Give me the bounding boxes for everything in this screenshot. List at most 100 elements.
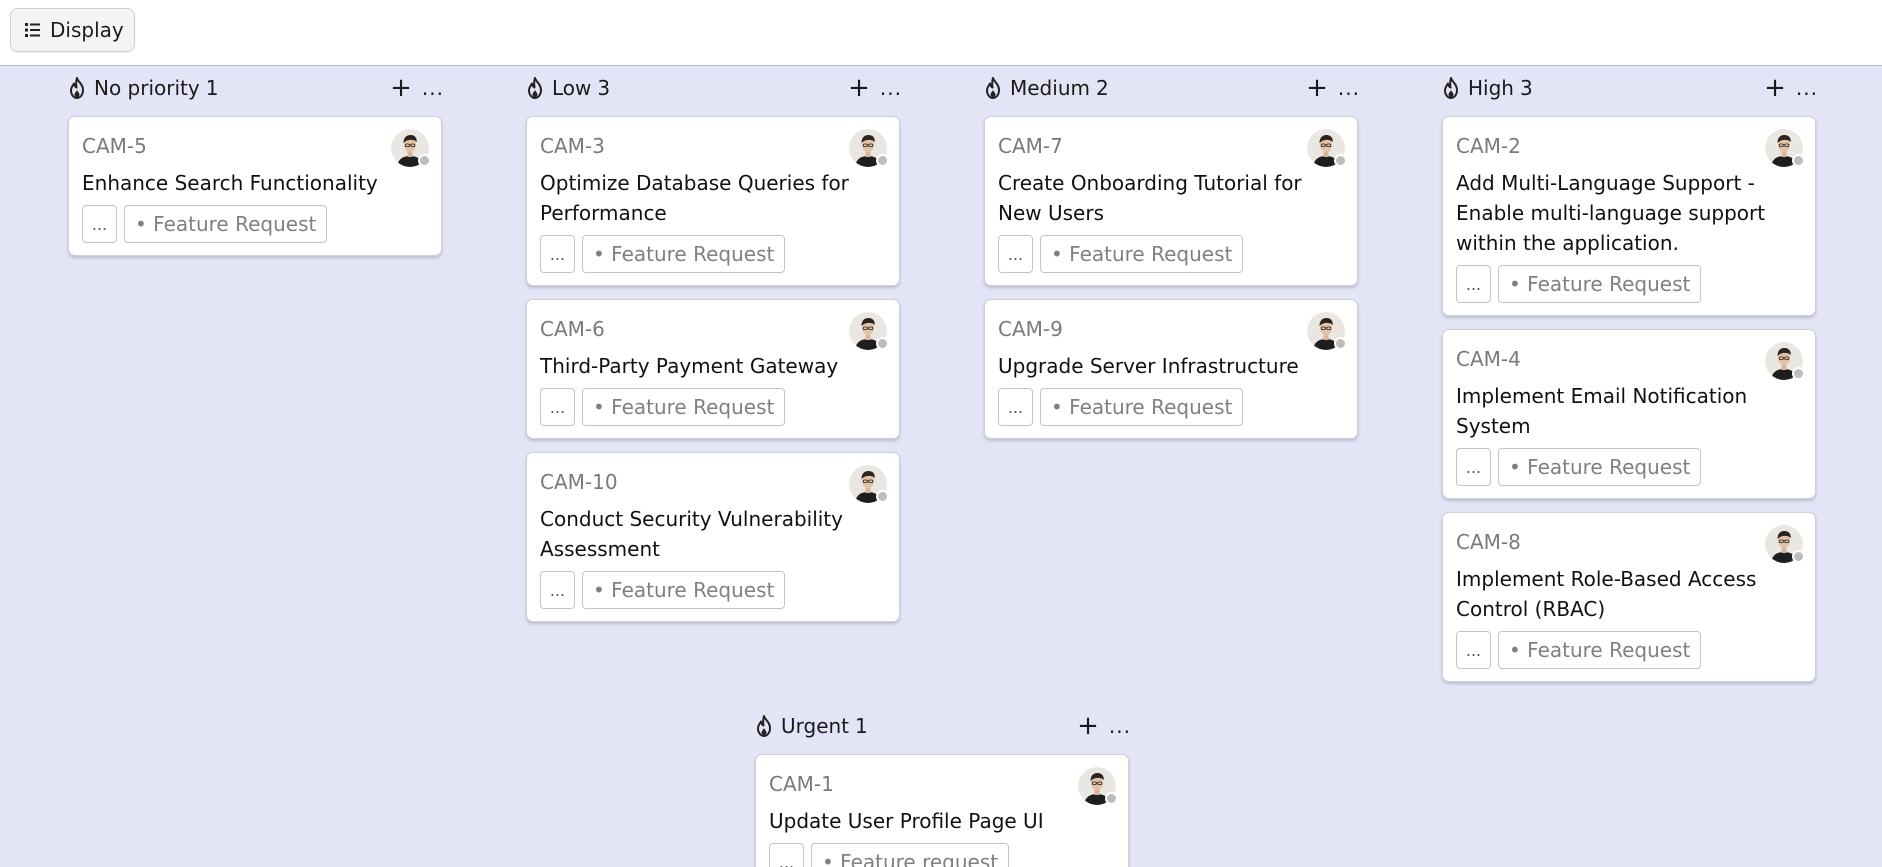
issue-card[interactable]: CAM-5 Enhance Search Functionality ... •… [68,116,442,256]
list-icon [25,22,40,38]
tag-more-button[interactable]: ... [998,235,1033,273]
add-card-button[interactable]: + [1077,713,1099,739]
column-more-button[interactable]: ... [1338,76,1360,100]
column-no-priority: No priority 1 + ... CAM-5 Enhance Search… [68,71,444,269]
issue-id: CAM-5 [82,134,147,158]
tag-more-button[interactable]: ... [540,571,575,609]
status-dot [418,154,431,167]
column-more-button[interactable]: ... [1109,714,1131,738]
issue-card[interactable]: CAM-3 Optimize Database Queries for Perf… [526,116,900,286]
status-dot [876,154,889,167]
issue-id: CAM-3 [540,134,605,158]
label-tag[interactable]: • Feature Request [582,388,786,426]
column-medium: Medium 2 + ... CAM-7 Create Onboarding T… [984,71,1360,452]
top-toolbar: Display [0,0,1882,66]
fire-icon [68,77,88,99]
issue-card[interactable]: CAM-1 Update User Profile Page UI ... • … [755,754,1129,867]
avatar[interactable] [1765,342,1805,380]
fire-icon [1442,77,1462,99]
tag-more-button[interactable]: ... [540,235,575,273]
label-tag[interactable]: • Feature Request [1040,388,1244,426]
label-tag[interactable]: • Feature Request [582,235,786,273]
fire-icon [984,77,1004,99]
issue-card[interactable]: CAM-10 Conduct Security Vulnerability As… [526,452,900,622]
avatar[interactable] [1765,525,1805,563]
issue-title: Implement Email Notification System [1456,384,1748,438]
column-count: 2 [1095,76,1109,100]
display-button-label: Display [50,18,124,42]
column-count: 3 [1519,76,1533,100]
avatar[interactable] [849,129,889,167]
issue-title: Upgrade Server Infrastructure [998,354,1299,378]
issue-card[interactable]: CAM-8 Implement Role-Based Access Contro… [1442,512,1816,682]
avatar[interactable] [1765,129,1805,167]
tag-more-button[interactable]: ... [1456,631,1491,669]
issue-id: CAM-9 [998,317,1063,341]
issue-card[interactable]: CAM-4 Implement Email Notification Syste… [1442,329,1816,499]
issue-id: CAM-6 [540,317,605,341]
column-count: 1 [855,714,868,738]
issue-title: Third-Party Payment Gateway [540,354,839,378]
status-dot [1792,367,1805,380]
avatar[interactable] [849,312,889,350]
issue-id: CAM-7 [998,134,1063,158]
issue-title: Implement Role-Based Access Control (RBA… [1456,567,1757,621]
status-dot [1792,550,1805,563]
status-dot [1105,792,1118,805]
label-tag[interactable]: • Feature Request [582,571,786,609]
column-title: No priority [94,76,200,100]
tag-more-button[interactable]: ... [82,205,117,243]
avatar[interactable] [1307,129,1347,167]
issue-card[interactable]: CAM-2 Add Multi-Language Support - Enabl… [1442,116,1816,316]
add-card-button[interactable]: + [848,75,870,101]
avatar[interactable] [1307,312,1347,350]
add-card-button[interactable]: + [1306,75,1328,101]
avatar[interactable] [849,465,889,503]
column-title: Medium [1010,76,1090,100]
tag-more-button[interactable]: ... [1456,448,1491,486]
issue-title: Enhance Search Functionality [82,171,378,195]
column-urgent: Urgent 1 + ... CAM-1 Update User Profile… [755,709,1131,867]
label-tag[interactable]: • Feature Request [1498,631,1702,669]
column-count: 1 [205,76,219,100]
add-card-button[interactable]: + [1764,75,1786,101]
column-header: Low 3 + ... [526,71,902,105]
issue-id: CAM-4 [1456,347,1521,371]
avatar[interactable] [1078,767,1118,805]
issue-id: CAM-8 [1456,530,1521,554]
status-dot [876,490,889,503]
column-title: Low [552,76,592,100]
issue-card[interactable]: CAM-6 Third-Party Payment Gateway ... • … [526,299,900,439]
tag-more-button[interactable]: ... [769,843,804,867]
display-button[interactable]: Display [10,8,135,52]
issue-title: Create Onboarding Tutorial for New Users [998,171,1302,225]
issue-title: Conduct Security Vulnerability Assessmen… [540,507,843,561]
column-high: High 3 + ... CAM-2 Add Multi-Language Su… [1442,71,1818,695]
fire-icon [755,715,775,737]
avatar[interactable] [391,129,431,167]
column-title: High [1468,76,1514,100]
status-dot [876,337,889,350]
add-card-button[interactable]: + [390,75,412,101]
tag-more-button[interactable]: ... [540,388,575,426]
issue-card[interactable]: CAM-7 Create Onboarding Tutorial for New… [984,116,1358,286]
label-tag[interactable]: • Feature Request [124,205,328,243]
status-dot [1792,154,1805,167]
column-title: Urgent [781,714,850,738]
tag-more-button[interactable]: ... [1456,265,1491,303]
label-tag[interactable]: • Feature Request [1498,265,1702,303]
column-more-button[interactable]: ... [880,76,902,100]
label-tag[interactable]: • Feature Request [1498,448,1702,486]
status-dot [1334,154,1347,167]
label-tag[interactable]: • Feature Request [1040,235,1244,273]
column-more-button[interactable]: ... [1796,76,1818,100]
column-low: Low 3 + ... CAM-3 Optimize Database Quer… [526,71,902,635]
fire-icon [526,77,546,99]
label-tag[interactable]: • Feature request [811,843,1010,867]
column-more-button[interactable]: ... [422,76,444,100]
issue-title: Add Multi-Language Support - Enable mult… [1456,171,1766,255]
column-header: Medium 2 + ... [984,71,1360,105]
issue-id: CAM-10 [540,470,618,494]
issue-card[interactable]: CAM-9 Upgrade Server Infrastructure ... … [984,299,1358,439]
tag-more-button[interactable]: ... [998,388,1033,426]
